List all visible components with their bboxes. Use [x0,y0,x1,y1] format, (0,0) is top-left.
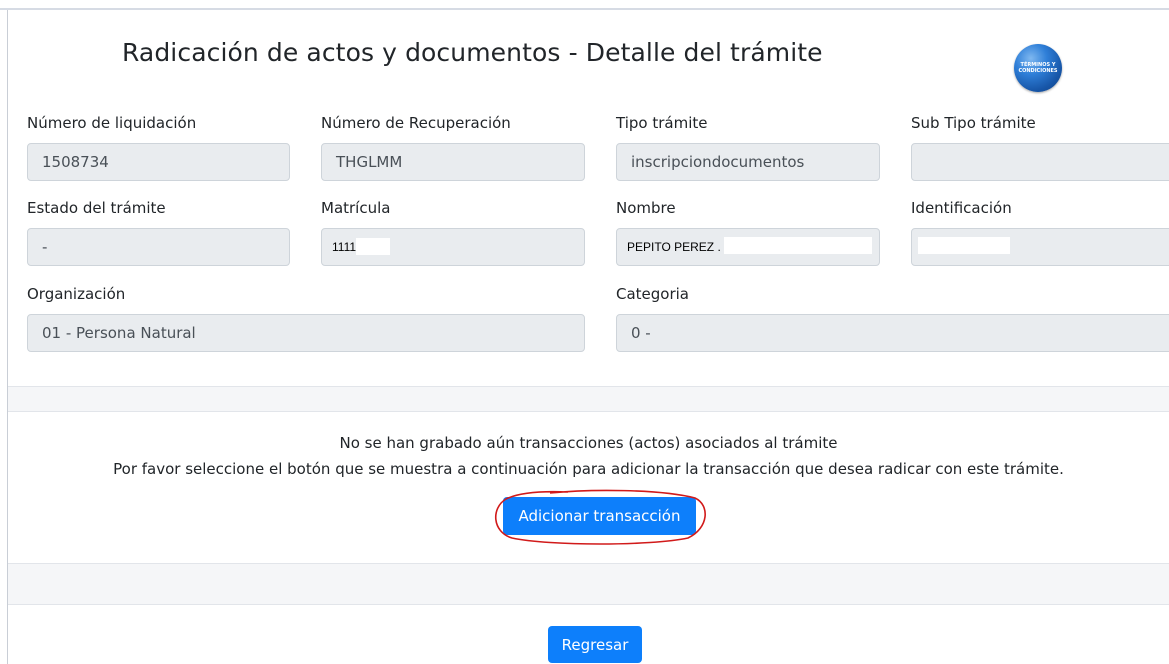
estado-tramite-field[interactable]: - [27,228,290,266]
section-separator [8,563,1169,605]
identificacion-label: Identificación [911,199,1012,217]
tipo-tramite-label: Tipo trámite [616,114,708,132]
terms-badge-icon[interactable]: TÉRMINOS Y CONDICIONES [1014,44,1062,92]
window-top-border [0,0,1169,10]
empty-transactions-message: No se han grabado aún transacciones (act… [339,434,838,452]
redaction-mark [724,237,872,254]
empty-transactions-instructions: Por favor seleccione el botón que se mue… [113,460,1064,478]
page-title: Radicación de actos y documentos - Detal… [122,38,823,67]
tipo-tramite-field[interactable]: inscripciondocumentos [616,143,880,181]
matricula-label: Matrícula [321,199,391,217]
organizacion-field[interactable]: 01 - Persona Natural [27,314,585,352]
sub-tipo-tramite-label: Sub Tipo trámite [911,114,1036,132]
estado-tramite-label: Estado del trámite [27,199,166,217]
add-transaction-button[interactable]: Adicionar transacción [503,497,696,535]
back-button[interactable]: Regresar [548,626,642,663]
numero-liquidacion-field[interactable]: 1508734 [27,143,290,181]
organizacion-label: Organización [27,285,126,303]
numero-recuperacion-field[interactable]: THGLMM [321,143,585,181]
redaction-mark [918,237,1010,254]
nombre-label: Nombre [616,199,676,217]
section-separator [8,386,1169,412]
numero-recuperacion-label: Número de Recuperación [321,114,511,132]
numero-liquidacion-label: Número de liquidación [27,114,197,132]
badge-text: TÉRMINOS Y CONDICIONES [1018,62,1058,74]
sub-tipo-tramite-field[interactable] [911,143,1169,181]
categoria-field[interactable]: 0 - [616,314,1169,352]
categoria-label: Categoria [616,285,690,303]
redaction-mark [356,238,390,255]
